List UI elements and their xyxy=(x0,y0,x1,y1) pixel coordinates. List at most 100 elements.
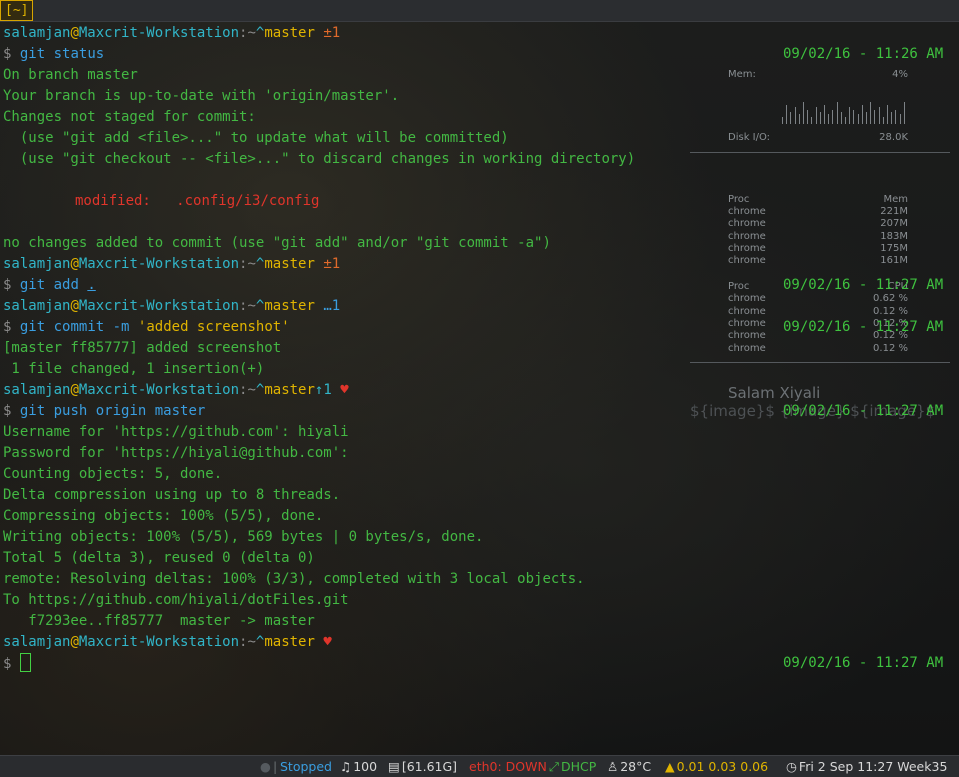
line-timestamp: 09/02/16 - 11:27 AM xyxy=(783,319,944,335)
command-name: git xyxy=(19,403,46,419)
prompt-at: @ xyxy=(70,25,79,41)
git-status-flag: …1 xyxy=(323,298,341,314)
prompt-host: Maxcrit-Workstation xyxy=(78,634,240,650)
temp-widget: ♙ 28°C xyxy=(607,756,651,777)
prompt-user: salamjan xyxy=(3,298,71,314)
prompt-host: Maxcrit-Workstation xyxy=(78,382,240,398)
terminal-window[interactable]: salamjan@Maxcrit-Workstation:~^master ±1… xyxy=(0,22,959,755)
volume-widget[interactable]: ♫ 100 xyxy=(340,756,377,777)
output-line: 1 file changed, 1 insertion(+) xyxy=(3,361,265,377)
command-flag: -m xyxy=(112,319,130,335)
linux-icon: ♙ xyxy=(607,759,619,774)
heart-icon: ♥ xyxy=(340,382,349,398)
prompt-dollar: $ xyxy=(3,403,12,419)
output-line: [master ff85777] added screenshot xyxy=(3,340,282,356)
prompt-line: salamjan@Maxcrit-Workstation:~^master ±1 xyxy=(3,23,340,44)
command-name: git xyxy=(19,46,46,62)
output-line: Delta compression using up to 8 threads. xyxy=(3,487,341,503)
prompt-dollar: $ xyxy=(3,319,12,335)
command-line: $ git commit -m 'added screenshot' xyxy=(3,317,290,338)
wifi-widget: ⤢ DHCP xyxy=(549,756,596,777)
temp-value: 28°C xyxy=(620,759,652,774)
command-arg: . xyxy=(87,277,96,293)
command-line: $ git add . xyxy=(3,275,96,296)
disk-value: [61.61G] xyxy=(401,759,458,774)
output-line: f7293ee..ff85777 master -> master xyxy=(3,613,315,629)
output-line: Counting objects: 5, done. xyxy=(3,466,223,482)
database-icon: ▤ xyxy=(388,759,400,774)
line-timestamp: 09/02/16 - 11:27 AM xyxy=(783,655,944,671)
clock-icon: ◷ xyxy=(786,759,797,774)
prompt-path: ~ xyxy=(247,25,256,41)
prompt-user: salamjan xyxy=(3,382,71,398)
output-line: Changes not staged for commit: xyxy=(3,109,256,125)
load-value: 0.01 0.03 0.06 xyxy=(676,759,769,774)
prompt-user: salamjan xyxy=(3,634,71,650)
output-line: Total 5 (delta 3), reused 0 (delta 0) xyxy=(3,550,315,566)
output-line: Compressing objects: 100% (5/5), done. xyxy=(3,508,324,524)
output-line: On branch master xyxy=(3,67,138,83)
command-name: git xyxy=(19,319,46,335)
output-line: Username for 'https://github.com': hiyal… xyxy=(3,424,349,440)
git-status-flag: ↑1 xyxy=(314,382,332,398)
prompt-branch: master xyxy=(264,382,315,398)
output-line: remote: Resolving deltas: 100% (3/3), co… xyxy=(3,571,585,587)
prompt-at: @ xyxy=(70,382,79,398)
output-line: (use "git checkout -- <file>..." to disc… xyxy=(3,151,636,167)
prompt-line: salamjan@Maxcrit-Workstation:~^master …1 xyxy=(3,296,340,317)
volume-value: 100 xyxy=(353,759,378,774)
network-icon: ⤢ xyxy=(549,759,560,774)
prompt-user: salamjan xyxy=(3,256,71,272)
command-name: git xyxy=(19,277,46,293)
prompt-branch: master xyxy=(264,25,315,41)
command-input-line[interactable]: $ xyxy=(3,653,31,674)
prompt-line: salamjan@Maxcrit-Workstation:~^master↑1 … xyxy=(3,380,349,401)
line-timestamp: 09/02/16 - 11:27 AM xyxy=(783,403,944,419)
modified-line: modified: .config/i3/config xyxy=(75,191,319,212)
line-timestamp: 09/02/16 - 11:26 AM xyxy=(783,46,944,62)
git-status-flag: ±1 xyxy=(323,256,341,272)
dhcp-status: DHCP xyxy=(561,759,597,774)
prompt-dollar: $ xyxy=(3,46,12,62)
eth-widget: eth0: DOWN xyxy=(469,756,547,777)
status-separator: | xyxy=(273,759,278,774)
commit-message: 'added screenshot' xyxy=(137,319,290,335)
chart-icon: ▲ xyxy=(665,759,675,774)
terminal-cursor[interactable] xyxy=(19,653,31,672)
prompt-user: salamjan xyxy=(3,25,71,41)
workspace-tag[interactable]: [~] xyxy=(0,0,34,21)
prompt-path: ~ xyxy=(247,298,256,314)
clock-value: Fri 2 Sep 11:27 Week35 xyxy=(798,759,948,774)
prompt-dollar: $ xyxy=(3,656,12,672)
output-line: (use "git add <file>..." to update what … xyxy=(3,130,509,146)
prompt-line: salamjan@Maxcrit-Workstation:~^master ♥ xyxy=(3,632,332,653)
disk-widget: ▤ [61.61G] xyxy=(388,756,457,777)
command-line: $ git push origin master xyxy=(3,401,205,422)
prompt-path: ~ xyxy=(247,634,256,650)
player-status[interactable]: Stopped xyxy=(280,756,332,777)
output-line: Your branch is up-to-date with 'origin/m… xyxy=(3,88,400,104)
output-line: To https://github.com/hiyali/dotFiles.gi… xyxy=(3,592,349,608)
music-note-icon: ♫ xyxy=(340,759,352,774)
window-title-bar: [~] xyxy=(0,0,959,22)
prompt-at: @ xyxy=(70,634,79,650)
output-line: no changes added to commit (use "git add… xyxy=(3,235,551,251)
prompt-path: ~ xyxy=(247,256,256,272)
prompt-host: Maxcrit-Workstation xyxy=(78,298,240,314)
command-arg: add xyxy=(53,277,79,293)
prompt-branch: master xyxy=(264,634,315,650)
modified-file: .config/i3/config xyxy=(176,193,320,209)
prompt-dollar: $ xyxy=(3,277,12,293)
clock-widget[interactable]: ◷ Fri 2 Sep 11:27 Week35 xyxy=(786,756,947,777)
output-line: Password for 'https://hiyali@github.com'… xyxy=(3,445,349,461)
command-arg: commit xyxy=(53,319,105,335)
eth-status: eth0: DOWN xyxy=(469,759,547,774)
status-bar: ● | Stopped ♫ 100 ▤ [61.61G] eth0: DOWN ⤢ D… xyxy=(0,755,959,777)
modified-label: modified: xyxy=(75,193,151,209)
prompt-line: salamjan@Maxcrit-Workstation:~^master ±1 xyxy=(3,254,340,275)
load-widget: ▲ 0.01 0.03 0.06 xyxy=(665,756,768,777)
command-arg: push origin master xyxy=(53,403,206,419)
line-timestamp: 09/02/16 - 11:27 AM xyxy=(783,277,944,293)
prompt-at: @ xyxy=(70,256,79,272)
output-line: Writing objects: 100% (5/5), 569 bytes |… xyxy=(3,529,484,545)
